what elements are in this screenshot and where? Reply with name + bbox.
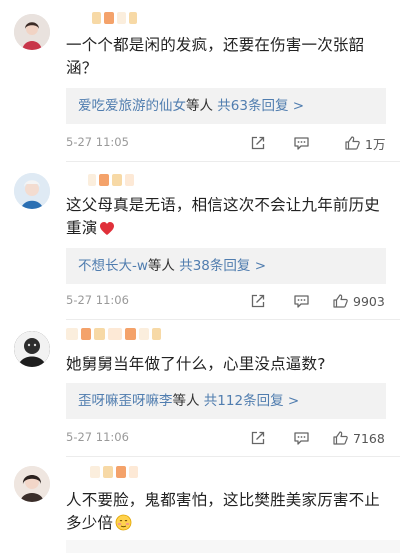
comment-bubble-icon xyxy=(294,295,309,308)
avatar[interactable] xyxy=(14,466,50,502)
reply-count-link[interactable]: 共38条回复 > xyxy=(179,258,266,274)
replies-preview[interactable]: 爱吃爱旅游的仙女等人 共63条回复 > xyxy=(66,88,386,124)
like-count: 1万 xyxy=(365,136,386,152)
comment-text: 一个个都是闲的发疯，还要在伤害一次张韶涵？ xyxy=(66,34,388,80)
share-square-icon xyxy=(251,431,265,445)
comment-meta: 5-27 11:06 9903 xyxy=(66,291,388,311)
comment-time: 5-27 11:06 xyxy=(66,430,129,444)
forward-button[interactable] xyxy=(250,291,266,311)
reply-button[interactable] xyxy=(293,428,310,448)
divider xyxy=(66,161,400,162)
share-square-icon xyxy=(251,294,265,308)
share-square-icon xyxy=(251,136,265,150)
reply-count-link[interactable]: 共112条回复 > xyxy=(204,393,299,409)
avatar[interactable] xyxy=(14,331,50,367)
thumbs-up-icon xyxy=(333,294,348,308)
comment-text: 这父母真是无语，相信这次不会让九年前历史重演 xyxy=(66,194,388,243)
username-blurred[interactable] xyxy=(66,328,161,342)
comment-time: 5-27 11:05 xyxy=(66,135,129,149)
thumbs-up-icon xyxy=(345,136,360,150)
reply-suffix: 等人 xyxy=(186,98,213,114)
forward-button[interactable] xyxy=(250,428,266,448)
comment-text: 人不要脸，鬼都害怕，这比樊胜美家厉害不止多少倍 xyxy=(66,489,388,538)
reply-users-link[interactable]: 歪呀嘛歪呀嘛李 xyxy=(78,393,173,409)
comment-text-content: 她舅舅当年做了什么，心里没点逼数? xyxy=(66,355,326,373)
avatar[interactable] xyxy=(14,173,50,209)
reply-suffix: 等人 xyxy=(147,258,175,274)
thumbs-up-icon xyxy=(333,431,348,445)
replies-preview[interactable]: 不想长大-w等人 共38条回复 > xyxy=(66,248,386,284)
reply-button[interactable] xyxy=(293,133,310,153)
forward-button[interactable] xyxy=(250,133,266,153)
comment-text-content: 人不要脸，鬼都害怕，这比樊胜美家厉害不止多少倍 xyxy=(66,491,381,532)
divider xyxy=(66,456,400,457)
like-count: 7168 xyxy=(353,430,385,446)
divider xyxy=(66,319,400,320)
like-button[interactable]: 1万 xyxy=(344,133,385,153)
avatar-image-icon xyxy=(14,466,50,502)
reply-count-link[interactable]: 共63条回复 > xyxy=(217,98,304,114)
reply-suffix: 等人 xyxy=(172,393,200,409)
reply-users-link[interactable]: 爱吃爱旅游的仙女 xyxy=(78,98,186,114)
comment-text: 她舅舅当年做了什么，心里没点逼数? xyxy=(66,353,388,376)
comment-bubble-icon xyxy=(294,432,309,445)
like-button[interactable]: 9903 xyxy=(332,291,385,311)
reply-button[interactable] xyxy=(293,291,310,311)
comment-text-content: 一个个都是闲的发疯，还要在伤害一次张韶涵？ xyxy=(66,36,365,77)
like-button[interactable]: 7168 xyxy=(332,428,385,448)
bottom-fade xyxy=(66,540,400,553)
username-blurred[interactable] xyxy=(92,12,137,26)
comment-time: 5-27 11:06 xyxy=(66,293,129,307)
shy-face-emoji-icon xyxy=(115,514,132,538)
avatar-image-icon xyxy=(14,173,50,209)
reply-users-link[interactable]: 不想长大-w xyxy=(78,258,148,274)
heart-emoji-icon xyxy=(99,220,115,243)
username-blurred[interactable] xyxy=(88,174,134,188)
comment-meta: 5-27 11:06 7168 xyxy=(66,428,388,448)
like-count: 9903 xyxy=(353,293,385,309)
username-blurred[interactable] xyxy=(90,466,138,480)
avatar[interactable] xyxy=(14,14,50,50)
avatar-image-icon xyxy=(14,331,50,367)
avatar-image-icon xyxy=(14,14,50,50)
comment-bubble-icon xyxy=(294,137,309,150)
replies-preview[interactable]: 歪呀嘛歪呀嘛李等人 共112条回复 > xyxy=(66,383,386,419)
comment-meta: 5-27 11:05 1万 xyxy=(66,133,388,153)
